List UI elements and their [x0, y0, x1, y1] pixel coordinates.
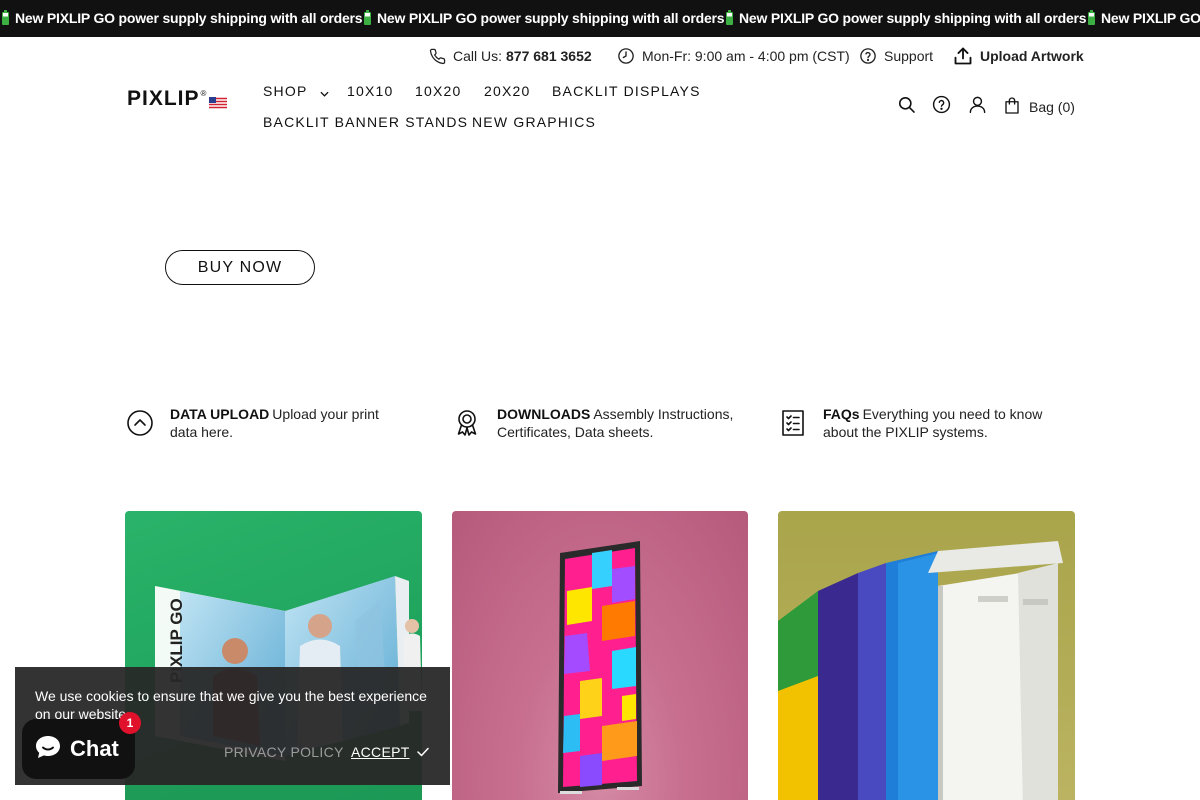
backlit-cube-image	[778, 541, 1063, 800]
clock-icon	[617, 47, 635, 65]
business-hours: Mon-Fr: 9:00 am - 4:00 pm (CST)	[617, 44, 850, 68]
chat-label: Chat	[70, 736, 119, 761]
feature-faqs[interactable]: FAQs Everything you need to know about th…	[778, 405, 1063, 441]
checklist-icon	[778, 408, 808, 438]
nav-10x10[interactable]: 10X10	[347, 83, 393, 99]
nav-20x20[interactable]: 20X20	[484, 83, 530, 99]
feature-data-upload[interactable]: DATA UPLOAD Upload your print data here.	[125, 405, 410, 441]
battery-icon	[364, 9, 371, 25]
search-icon[interactable]	[897, 95, 916, 119]
cookie-message: We use cookies to ensure that we give yo…	[35, 688, 427, 722]
account-icon[interactable]	[968, 95, 987, 119]
us-flag-icon	[209, 96, 228, 114]
nav-backlit-banner-stands[interactable]: BACKLIT BANNER STANDS	[263, 114, 468, 130]
nav-10x20[interactable]: 10X20	[415, 83, 461, 99]
feature-downloads[interactable]: DOWNLOADS Assembly Instructions, Certific…	[452, 405, 737, 441]
upload-circle-icon	[125, 408, 155, 438]
privacy-policy-link[interactable]: PRIVACY POLICY	[224, 744, 344, 760]
announcement-message: New PIXLIP GO power supply shipping with…	[2, 9, 363, 26]
help-icon[interactable]	[932, 95, 951, 119]
shopping-bag-icon	[1003, 96, 1021, 118]
announcement-message: New PIXLIP GO power supply shipping with…	[1088, 9, 1200, 26]
award-ribbon-icon	[452, 408, 482, 438]
battery-icon	[726, 9, 733, 25]
announcement-message: New PIXLIP GO power supply shipping with…	[364, 9, 725, 26]
buy-now-button[interactable]: BUY NOW	[165, 250, 315, 285]
announcement-message: New PIXLIP GO power supply shipping with…	[726, 9, 1087, 26]
upload-artwork-link[interactable]: Upload Artwork	[953, 44, 1084, 68]
phone-number: 877 681 3652	[506, 48, 592, 64]
accept-cookies-button[interactable]: ACCEPT	[351, 744, 429, 760]
product-card-backlit-tower[interactable]	[452, 511, 748, 800]
chat-unread-badge: 1	[119, 712, 141, 734]
chat-bubble-icon	[34, 734, 62, 765]
bag-label: Bag (0)	[1029, 99, 1075, 115]
support-link[interactable]: Support	[859, 44, 933, 68]
call-us-link[interactable]: Call Us: 877 681 3652	[429, 44, 592, 68]
feature-title: DATA UPLOAD	[170, 406, 270, 422]
backlit-tower-image	[480, 541, 720, 800]
chevron-down-icon	[320, 84, 329, 100]
bag-button[interactable]: Bag (0)	[1003, 96, 1075, 118]
product-card-backlit-cube[interactable]	[778, 511, 1075, 800]
help-circle-icon	[859, 47, 877, 65]
nav-new-graphics[interactable]: NEW GRAPHICS	[472, 114, 596, 130]
battery-icon	[2, 9, 9, 25]
phone-icon	[429, 48, 446, 65]
upload-icon	[953, 46, 973, 66]
feature-title: DOWNLOADS	[497, 406, 591, 422]
feature-title: FAQs	[823, 406, 860, 422]
nav-shop[interactable]: SHOP	[263, 83, 329, 100]
battery-icon	[1088, 9, 1095, 25]
checkmark-icon	[416, 747, 429, 757]
nav-backlit-displays[interactable]: BACKLIT DISPLAYS	[552, 83, 701, 99]
announcement-bar: New PIXLIP GO power supply shipping with…	[0, 0, 1200, 37]
pixlip-logo[interactable]: PIXLIP ®	[127, 88, 228, 114]
chat-button[interactable]: Chat	[22, 719, 135, 779]
